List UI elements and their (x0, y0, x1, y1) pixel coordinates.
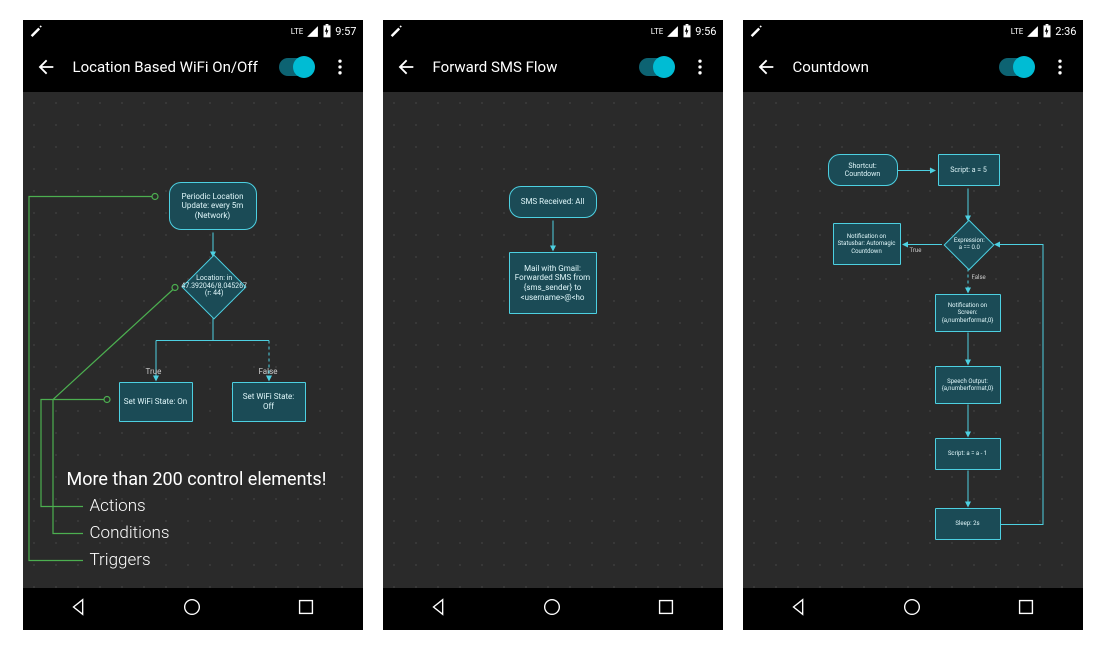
true-label: True (146, 367, 162, 376)
nav-back-button[interactable] (788, 596, 810, 622)
battery-icon (1042, 24, 1052, 38)
screen-3: LTE 2:36 Countdown (743, 20, 1083, 630)
condition-label: Expression: a == 0.0 (952, 238, 986, 251)
overlay-triggers: Triggers (90, 550, 151, 570)
action-node[interactable]: Mail with Gmail: Forwarded SMS from {sms… (509, 252, 597, 314)
lte-label: LTE (651, 27, 664, 36)
flow-toggle[interactable] (639, 58, 673, 76)
true-label: True (910, 247, 922, 254)
condition-node[interactable]: Location: in 47.392046/8.045267 (r: 44) (181, 254, 246, 319)
speech-output-node[interactable]: Speech Output: {a,numberformat,0} (935, 366, 1001, 404)
flow-canvas[interactable]: SMS Received: All Mail with Gmail: Forwa… (383, 92, 723, 588)
nav-bar (743, 588, 1083, 630)
false-label: False (972, 274, 986, 281)
nav-back-button[interactable] (428, 596, 450, 622)
nav-home-button[interactable] (901, 596, 923, 622)
trigger-node[interactable]: SMS Received: All (509, 186, 597, 218)
action-false-label: Set WiFi State: Off (237, 392, 301, 411)
condition-node[interactable]: Expression: a == 0.0 (943, 220, 994, 271)
node-label: Sleep: 2s (955, 520, 979, 527)
node-label: Script: a = 5 (950, 166, 987, 174)
battery-icon (682, 24, 692, 38)
overflow-menu-button[interactable] (1041, 48, 1079, 86)
flow-toggle[interactable] (999, 58, 1033, 76)
node-label: Notification on Statusbar: Automagic Cou… (838, 233, 896, 255)
app-bar: Forward SMS Flow (383, 42, 723, 92)
node-label: Speech Output: {a,numberformat,0} (940, 378, 996, 392)
trigger-node-shortcut[interactable]: Shortcut: Countdown (828, 154, 898, 186)
notification-statusbar-node[interactable]: Notification on Statusbar: Automagic Cou… (833, 223, 901, 265)
overflow-menu-button[interactable] (681, 48, 719, 86)
action-false-node[interactable]: Set WiFi State: Off (232, 382, 306, 422)
trigger-node-label: SMS Received: All (521, 197, 585, 207)
page-title: Location Based WiFi On/Off (73, 58, 271, 76)
page-title: Forward SMS Flow (433, 58, 631, 76)
nav-bar (23, 588, 363, 630)
action-true-node[interactable]: Set WiFi State: On (119, 382, 193, 422)
app-bar: Countdown (743, 42, 1083, 92)
nav-bar (383, 588, 723, 630)
magic-icon (389, 23, 403, 40)
status-bar: LTE 9:56 (383, 20, 723, 42)
nav-back-button[interactable] (68, 596, 90, 622)
clock: 9:56 (695, 25, 716, 38)
flow-toggle[interactable] (279, 58, 313, 76)
script-decrement-node[interactable]: Script: a = a - 1 (935, 438, 1001, 470)
nav-recent-button[interactable] (655, 596, 677, 622)
status-bar: LTE 2:36 (743, 20, 1083, 42)
nav-recent-button[interactable] (1015, 596, 1037, 622)
overlay-actions: Actions (90, 496, 146, 516)
false-label: False (259, 367, 278, 376)
back-button[interactable] (27, 48, 65, 86)
screen-2: LTE 9:56 Forward SMS Flow SMS Received: … (383, 20, 723, 630)
signal-icon (306, 25, 319, 38)
back-button[interactable] (747, 48, 785, 86)
lte-label: LTE (1011, 27, 1024, 36)
back-button[interactable] (387, 48, 425, 86)
flow-canvas[interactable]: Periodic Location Update: every 5m (Netw… (23, 92, 363, 588)
nav-home-button[interactable] (181, 596, 203, 622)
battery-icon (322, 24, 332, 38)
status-bar: LTE 9:57 (23, 20, 363, 42)
trigger-node-label: Periodic Location Update: every 5m (Netw… (174, 192, 252, 221)
overflow-menu-button[interactable] (321, 48, 359, 86)
node-label: Shortcut: Countdown (833, 162, 893, 179)
clock: 2:36 (1055, 25, 1076, 38)
clock: 9:57 (335, 25, 356, 38)
node-label: Script: a = a - 1 (948, 450, 987, 457)
nav-home-button[interactable] (541, 596, 563, 622)
page-title: Countdown (793, 58, 991, 76)
app-bar: Location Based WiFi On/Off (23, 42, 363, 92)
magic-icon (29, 23, 43, 40)
signal-icon (1026, 25, 1039, 38)
overlay-headline: More than 200 control elements! (67, 469, 327, 490)
script-node-init[interactable]: Script: a = 5 (938, 154, 1000, 186)
sleep-node[interactable]: Sleep: 2s (935, 508, 1001, 540)
nav-recent-button[interactable] (295, 596, 317, 622)
action-true-label: Set WiFi State: On (124, 397, 187, 407)
signal-icon (666, 25, 679, 38)
overlay-conditions: Conditions (90, 523, 170, 543)
magic-icon (749, 23, 763, 40)
condition-node-label: Location: in 47.392046/8.045267 (r: 44) (181, 275, 247, 298)
trigger-node[interactable]: Periodic Location Update: every 5m (Netw… (169, 182, 257, 230)
action-node-label: Mail with Gmail: Forwarded SMS from {sms… (514, 264, 592, 302)
screen-1: LTE 9:57 Location Based WiFi On/Off (23, 20, 363, 630)
notification-screen-node[interactable]: Notification on Screen: {a,numberformat,… (935, 294, 1001, 332)
lte-label: LTE (291, 27, 304, 36)
node-label: Notification on Screen: {a,numberformat,… (940, 302, 996, 324)
flow-canvas[interactable]: Shortcut: Countdown Script: a = 5 Expres… (743, 92, 1083, 588)
